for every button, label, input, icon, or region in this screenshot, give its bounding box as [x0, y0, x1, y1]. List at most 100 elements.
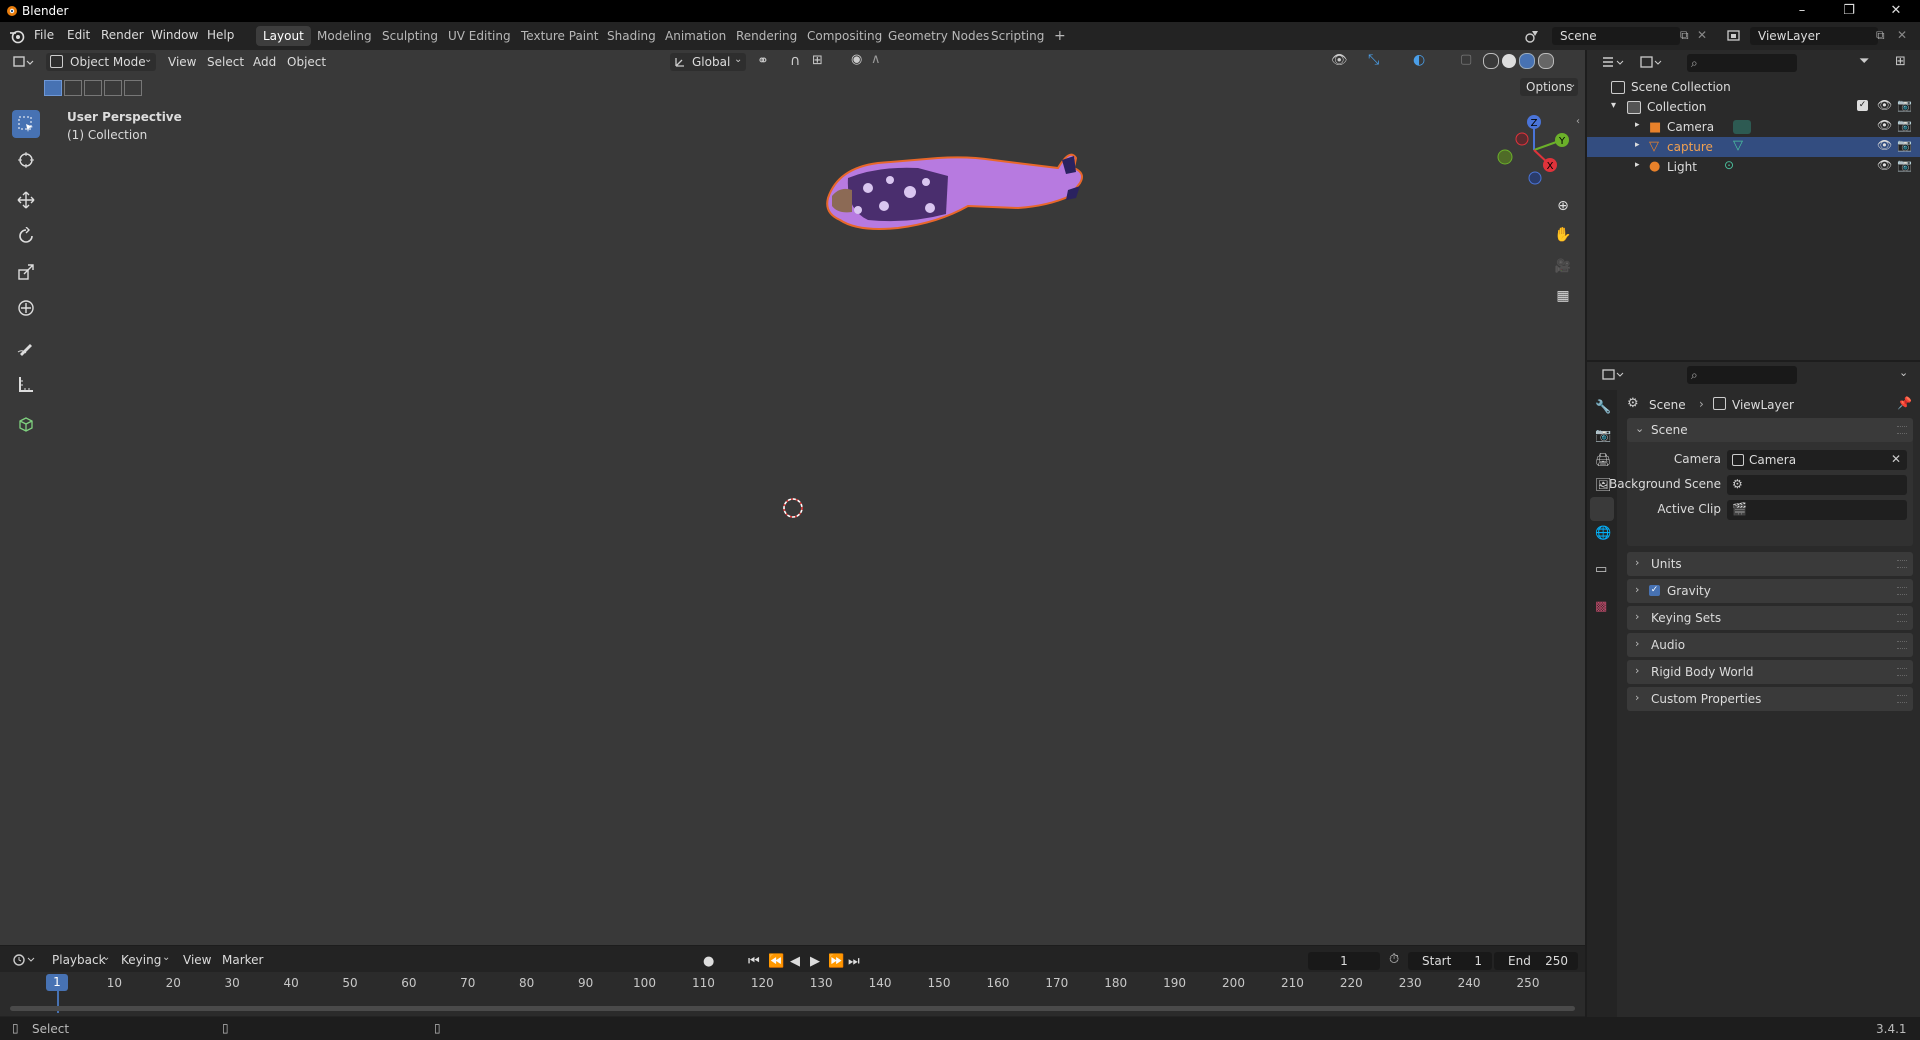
- snap-target-icon[interactable]: ⊞: [812, 53, 823, 68]
- viewport-menu-object[interactable]: Object: [287, 55, 326, 69]
- scene-icon[interactable]: [1524, 28, 1540, 44]
- jump-start-icon[interactable]: ⏮: [748, 954, 760, 969]
- jump-keyframe-back-icon[interactable]: ⏪: [768, 954, 784, 969]
- camera-view-button[interactable]: 🎥: [1551, 254, 1575, 278]
- world-tab-icon[interactable]: 🌐: [1595, 526, 1611, 541]
- play-icon[interactable]: ▶: [810, 954, 820, 969]
- filter-icon[interactable]: ⏷: [1859, 54, 1869, 69]
- tab-animation[interactable]: Animation: [658, 26, 733, 46]
- timeline-scrollbar[interactable]: [10, 1006, 1575, 1011]
- tab-uv-editing[interactable]: UV Editing: [441, 26, 518, 46]
- expand-arrow-icon[interactable]: ▸: [1635, 160, 1640, 170]
- menu-help[interactable]: Help: [207, 28, 234, 42]
- menu-file[interactable]: File: [34, 28, 54, 42]
- tab-scripting[interactable]: Scripting: [984, 26, 1051, 46]
- gravity-panel[interactable]: › ✓ Gravity: [1627, 579, 1913, 603]
- delete-view-layer-icon[interactable]: ✕: [1897, 28, 1907, 42]
- timeline-menu-marker[interactable]: Marker: [222, 953, 263, 967]
- end-frame-field[interactable]: End 250: [1494, 952, 1578, 970]
- custom-properties-panel[interactable]: › Custom Properties: [1627, 687, 1913, 711]
- light-data-icon[interactable]: ⊙: [1724, 158, 1734, 172]
- select-new-icon[interactable]: [44, 80, 62, 96]
- rendered-shading-icon[interactable]: [1538, 53, 1554, 69]
- collapse-arrow-icon[interactable]: ▾: [1611, 100, 1616, 111]
- 3d-cursor-icon[interactable]: [782, 497, 804, 519]
- drag-handle-icon[interactable]: [1897, 668, 1907, 676]
- tab-compositing[interactable]: Compositing: [800, 26, 889, 46]
- tab-geometry-nodes[interactable]: Geometry Nodes: [881, 26, 996, 46]
- rigid-body-world-panel[interactable]: › Rigid Body World: [1627, 660, 1913, 684]
- wireframe-shading-icon[interactable]: [1483, 53, 1499, 69]
- timeline-menu-view[interactable]: View: [183, 953, 211, 967]
- menu-window[interactable]: Window: [151, 28, 198, 42]
- proportional-edit-icon[interactable]: ◉: [851, 52, 862, 67]
- render-camera-icon[interactable]: 📷: [1897, 138, 1912, 152]
- 3d-viewport[interactable]: Object Mode ⌄ View Select Add Object Glo…: [0, 50, 1585, 945]
- eye-icon[interactable]: 👁: [1877, 118, 1892, 132]
- start-frame-field[interactable]: Start 1: [1408, 952, 1492, 970]
- measure-tool[interactable]: [12, 370, 40, 398]
- scene-panel-header[interactable]: ⌄ Scene: [1627, 418, 1913, 442]
- snap-magnet-icon[interactable]: ∩: [790, 53, 800, 69]
- eye-icon[interactable]: 👁: [1877, 138, 1892, 152]
- gravity-checkbox[interactable]: ✓: [1649, 585, 1660, 596]
- clear-field-icon[interactable]: ✕: [1891, 452, 1901, 466]
- new-scene-icon[interactable]: ⧉: [1680, 28, 1689, 43]
- restore-button[interactable]: ❐: [1829, 2, 1869, 20]
- viewport-menu-view[interactable]: View: [168, 55, 196, 69]
- capture-object[interactable]: [818, 128, 1098, 240]
- units-panel[interactable]: › Units: [1627, 552, 1913, 576]
- delete-scene-icon[interactable]: ✕: [1697, 28, 1707, 42]
- select-intersect-icon[interactable]: [124, 80, 142, 96]
- editor-type-icon[interactable]: [12, 54, 34, 70]
- collapse-sidebar-icon[interactable]: ‹: [1576, 116, 1580, 127]
- play-reverse-icon[interactable]: ◀: [790, 954, 800, 969]
- camera-data-icon[interactable]: [1733, 120, 1751, 134]
- timeline-editor-icon[interactable]: [12, 952, 36, 968]
- tab-shading[interactable]: Shading: [600, 26, 663, 46]
- current-frame-field[interactable]: 1: [1308, 952, 1380, 970]
- outliner-row-camera[interactable]: ▸ ■ Camera 👁 📷: [1587, 117, 1920, 137]
- xray-toggle-icon[interactable]: ▢: [1460, 52, 1472, 67]
- exclude-checkbox[interactable]: ✓: [1857, 100, 1868, 111]
- eye-icon[interactable]: 👁: [1877, 98, 1892, 112]
- drag-handle-icon[interactable]: [1897, 426, 1907, 434]
- timeline-menu-playback[interactable]: Playback: [52, 953, 106, 967]
- pin-icon[interactable]: 📌: [1897, 396, 1912, 410]
- outliner-row-scene-collection[interactable]: Scene Collection: [1587, 77, 1920, 97]
- render-camera-icon[interactable]: 📷: [1897, 118, 1912, 132]
- cursor-tool[interactable]: [12, 146, 40, 174]
- scene-name-field[interactable]: Scene: [1552, 27, 1680, 45]
- outliner-row-capture[interactable]: ▸ ▽ capture ▽ 👁 📷: [1587, 137, 1920, 157]
- blender-menu-icon[interactable]: [9, 28, 25, 44]
- tab-sculpting[interactable]: Sculpting: [375, 26, 445, 46]
- drag-handle-icon[interactable]: [1897, 641, 1907, 649]
- options-dropdown[interactable]: Options ⌄: [1520, 78, 1578, 96]
- move-tool[interactable]: [12, 186, 40, 214]
- material-shading-icon[interactable]: [1519, 53, 1535, 69]
- camera-prop-field[interactable]: Camera ✕: [1727, 450, 1907, 470]
- solid-shading-icon[interactable]: [1502, 54, 1516, 68]
- falloff-icon[interactable]: ∧: [871, 52, 881, 67]
- annotate-tool[interactable]: [12, 334, 40, 362]
- outliner-search-input[interactable]: ⌕: [1687, 54, 1797, 72]
- add-cube-tool[interactable]: [12, 410, 40, 438]
- collection-tab-icon[interactable]: ▭: [1595, 562, 1607, 577]
- tab-rendering[interactable]: Rendering: [729, 26, 804, 46]
- active-clip-field[interactable]: 🎬: [1727, 500, 1907, 520]
- add-workspace-button[interactable]: +: [1047, 26, 1073, 46]
- outliner-editor-icon[interactable]: [1601, 55, 1625, 71]
- render-tab-icon[interactable]: 📷: [1595, 428, 1611, 443]
- outliner-row-collection[interactable]: ▾ Collection ✓ 👁 📷: [1587, 97, 1920, 117]
- view-layer-icon[interactable]: [1726, 28, 1742, 44]
- scale-tool[interactable]: [12, 258, 40, 286]
- drag-handle-icon[interactable]: [1897, 560, 1907, 568]
- close-window-button[interactable]: ✕: [1876, 2, 1916, 20]
- transform-tool[interactable]: [12, 294, 40, 322]
- transform-orientation-dropdown[interactable]: Global ⌄: [670, 53, 746, 71]
- visibility-icon[interactable]: 👁: [1331, 53, 1348, 68]
- outliner-row-light[interactable]: ▸ ● Light ⊙ 👁 📷: [1587, 157, 1920, 177]
- viewport-menu-select[interactable]: Select: [207, 55, 244, 69]
- render-camera-icon[interactable]: 📷: [1897, 98, 1912, 112]
- auto-keying-icon[interactable]: ●: [703, 954, 714, 969]
